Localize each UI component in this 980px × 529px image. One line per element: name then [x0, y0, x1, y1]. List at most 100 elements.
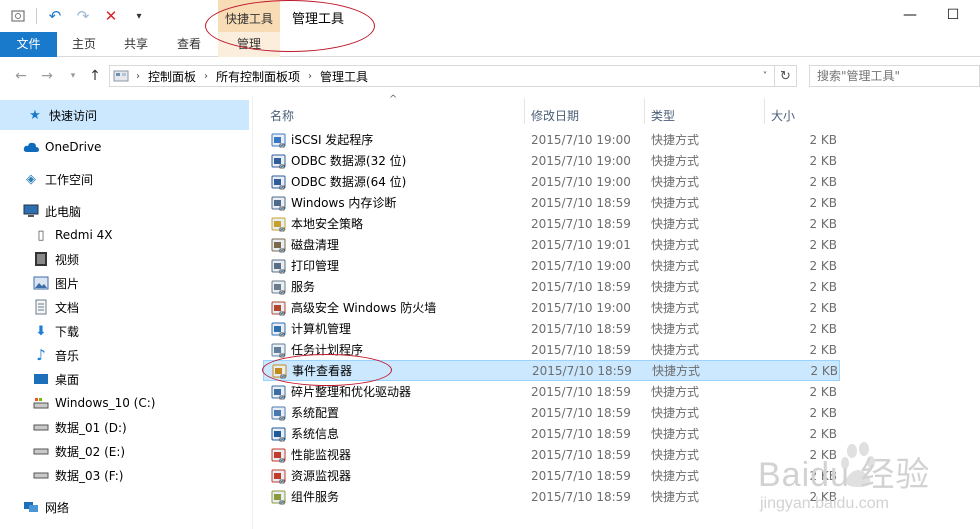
- file-size: 2 KB: [809, 132, 837, 147]
- column-header-date[interactable]: 修改日期: [531, 104, 579, 128]
- sidebar-item-onedrive[interactable]: OneDrive: [0, 132, 249, 162]
- table-row[interactable]: Windows 内存诊断 2015/7/10 18:59 快捷方式 2 KB: [263, 192, 840, 213]
- file-date: 2015/7/10 18:59: [531, 321, 631, 336]
- file-date: 2015/7/10 18:59: [531, 384, 631, 399]
- firewall-icon: [270, 299, 287, 316]
- sidebar-item-network[interactable]: 网络: [0, 492, 249, 522]
- event-viewer-icon: [271, 362, 288, 379]
- table-row[interactable]: 本地安全策略 2015/7/10 18:59 快捷方式 2 KB: [263, 213, 840, 234]
- table-row[interactable]: 资源监视器 2015/7/10 18:59 快捷方式 2 KB: [263, 465, 840, 486]
- desktop-icon: [32, 370, 50, 388]
- table-row[interactable]: ODBC 数据源(32 位) 2015/7/10 19:00 快捷方式 2 KB: [263, 150, 840, 171]
- back-arrow-icon[interactable]: ←: [12, 67, 30, 85]
- tab-share[interactable]: 共享: [124, 32, 148, 57]
- column-header-type[interactable]: 类型: [651, 104, 675, 128]
- file-name-cell: 系统信息: [270, 425, 339, 442]
- up-arrow-icon[interactable]: ↑: [86, 67, 104, 85]
- file-name: 任务计划程序: [291, 343, 364, 357]
- table-row[interactable]: 磁盘清理 2015/7/10 19:01 快捷方式 2 KB: [263, 234, 840, 255]
- resource-monitor-icon: [270, 467, 287, 484]
- services-icon: [270, 278, 287, 295]
- system-config-icon: [270, 404, 287, 421]
- file-size: 2 KB: [809, 384, 837, 399]
- recent-locations-chevron-icon[interactable]: ▾: [64, 67, 82, 85]
- table-row[interactable]: 系统信息 2015/7/10 18:59 快捷方式 2 KB: [263, 423, 840, 444]
- sort-ascending-icon: ^: [389, 94, 398, 105]
- file-type: 快捷方式: [651, 238, 700, 252]
- properties-icon[interactable]: [8, 6, 28, 26]
- address-dropdown-icon[interactable]: ˅: [756, 66, 774, 86]
- table-row[interactable]: 打印管理 2015/7/10 19:00 快捷方式 2 KB: [263, 255, 840, 276]
- minimize-button[interactable]: —: [895, 4, 925, 26]
- table-row[interactable]: 组件服务 2015/7/10 18:59 快捷方式 2 KB: [263, 486, 840, 507]
- table-row[interactable]: 服务 2015/7/10 18:59 快捷方式 2 KB: [263, 276, 840, 297]
- column-divider[interactable]: [644, 98, 645, 124]
- computer-icon: [22, 202, 40, 220]
- table-row[interactable]: 任务计划程序 2015/7/10 18:59 快捷方式 2 KB: [263, 339, 840, 360]
- table-row[interactable]: 系统配置 2015/7/10 18:59 快捷方式 2 KB: [263, 402, 840, 423]
- delete-icon[interactable]: ✕: [101, 6, 121, 26]
- file-type: 快捷方式: [651, 217, 700, 231]
- column-header-size[interactable]: 大小: [771, 104, 795, 128]
- file-name-cell: 高级安全 Windows 防火墙: [270, 299, 436, 316]
- file-date: 2015/7/10 18:59: [531, 195, 631, 210]
- sidebar-item-label: 数据_01 (D:): [55, 420, 127, 435]
- breadcrumb-control-panel[interactable]: 控制面板: [144, 68, 200, 85]
- file-date: 2015/7/10 18:59: [531, 342, 631, 357]
- table-row[interactable]: ODBC 数据源(64 位) 2015/7/10 19:00 快捷方式 2 KB: [263, 171, 840, 192]
- file-date: 2015/7/10 18:59: [531, 216, 631, 231]
- tab-file[interactable]: 文件: [0, 32, 57, 57]
- tab-view[interactable]: 查看: [177, 32, 201, 57]
- breadcrumb-all-items[interactable]: 所有控制面板项: [212, 68, 304, 85]
- table-row[interactable]: 事件查看器 2015/7/10 18:59 快捷方式 2 KB: [263, 360, 840, 381]
- file-date: 2015/7/10 19:01: [531, 237, 631, 252]
- redo-icon[interactable]: ↷: [73, 6, 93, 26]
- file-name: 事件查看器: [292, 364, 353, 378]
- sidebar-item-drive-f[interactable]: 数据_03 (F:): [0, 460, 249, 490]
- qat-dropdown-icon[interactable]: ▾: [129, 6, 149, 26]
- refresh-icon[interactable]: ↻: [774, 66, 796, 86]
- file-date: 2015/7/10 19:00: [531, 300, 631, 315]
- sidebar-item-quick-access[interactable]: ★ 快速访问: [0, 100, 249, 130]
- download-icon: ⬇: [35, 323, 47, 339]
- table-row[interactable]: iSCSI 发起程序 2015/7/10 19:00 快捷方式 2 KB: [263, 129, 840, 150]
- file-size: 2 KB: [810, 363, 838, 378]
- address-bar[interactable]: › 控制面板 › 所有控制面板项 › 管理工具 ˅ ↻: [109, 65, 797, 87]
- window-title: 管理工具: [292, 12, 345, 27]
- search-input[interactable]: [809, 65, 980, 87]
- column-divider[interactable]: [524, 98, 525, 124]
- file-name-cell: 任务计划程序: [270, 341, 363, 358]
- column-divider[interactable]: [764, 98, 765, 124]
- file-name: 系统信息: [291, 427, 340, 441]
- forward-arrow-icon[interactable]: →: [38, 67, 56, 85]
- drive-c-icon: [32, 394, 50, 412]
- file-date: 2015/7/10 18:59: [531, 468, 631, 483]
- breadcrumb-separator-icon: ›: [136, 70, 140, 82]
- sidebar-item-label: 数据_02 (E:): [55, 444, 126, 459]
- sidebar-item-label: 视频: [55, 252, 80, 267]
- sidebar-item-workspace[interactable]: ◈ 工作空间: [0, 164, 249, 194]
- file-date: 2015/7/10 18:59: [531, 447, 631, 462]
- context-group-label: 快捷工具: [225, 12, 274, 26]
- breadcrumb-admin-tools[interactable]: 管理工具: [316, 68, 372, 85]
- file-name-cell: 磁盘清理: [270, 236, 339, 253]
- sidebar-item-label: 网络: [45, 500, 70, 515]
- table-row[interactable]: 高级安全 Windows 防火墙 2015/7/10 19:00 快捷方式 2 KB: [263, 297, 840, 318]
- file-name-cell: 系统配置: [270, 404, 339, 421]
- file-name: ODBC 数据源(64 位): [291, 175, 407, 189]
- component-services-icon: [270, 488, 287, 505]
- undo-icon[interactable]: ↶: [45, 6, 65, 26]
- computer-management-icon: [270, 320, 287, 337]
- table-row[interactable]: 计算机管理 2015/7/10 18:59 快捷方式 2 KB: [263, 318, 840, 339]
- tab-manage[interactable]: 管理: [218, 32, 280, 57]
- table-row[interactable]: 碎片整理和优化驱动器 2015/7/10 18:59 快捷方式 2 KB: [263, 381, 840, 402]
- maximize-button[interactable]: ☐: [938, 4, 968, 26]
- watermark-brand: Baidu 经验: [758, 456, 931, 494]
- file-name-cell: ODBC 数据源(64 位): [270, 173, 406, 190]
- tab-home[interactable]: 主页: [72, 32, 96, 57]
- file-size: 2 KB: [809, 195, 837, 210]
- table-row[interactable]: 性能监视器 2015/7/10 18:59 快捷方式 2 KB: [263, 444, 840, 465]
- drive-icon: [32, 442, 50, 460]
- column-header-name[interactable]: 名称: [270, 104, 294, 128]
- file-name: 碎片整理和优化驱动器: [291, 385, 412, 399]
